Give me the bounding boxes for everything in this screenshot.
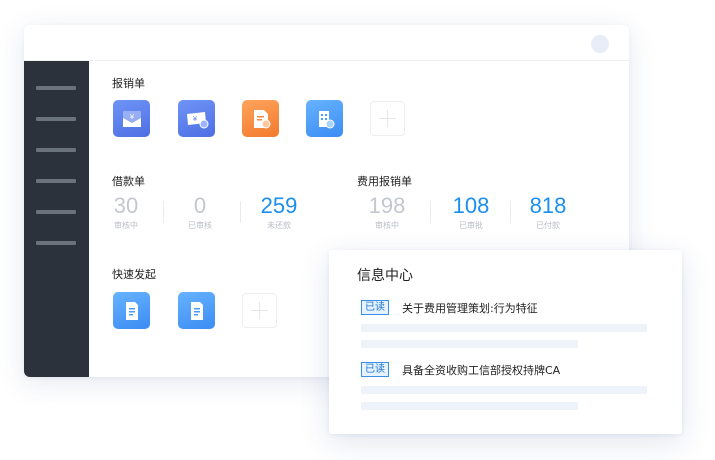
- document-icon[interactable]: [113, 292, 150, 329]
- stat-label: 已付款: [536, 221, 560, 230]
- stat-label: 已审核: [188, 221, 212, 230]
- ticket-yen-icon[interactable]: ¥: [178, 100, 215, 137]
- stat-divider: [163, 201, 164, 223]
- document-yen-icon[interactable]: [242, 100, 279, 137]
- stat-value: 259: [260, 193, 298, 218]
- message-item[interactable]: 具备全资收购工信部授权持牌CA: [402, 362, 560, 378]
- document-icon[interactable]: [178, 292, 215, 329]
- stat-value: 818: [529, 193, 567, 218]
- read-status-badge: 已读: [361, 362, 389, 377]
- message-item[interactable]: 关于费用管理策划:行为特征: [402, 300, 538, 316]
- add-app-button[interactable]: [370, 101, 405, 136]
- loan-stat-unpaid[interactable]: 259 未还款: [254, 194, 304, 231]
- message-center-title: 信息中心: [357, 268, 413, 284]
- svg-text:¥: ¥: [129, 113, 134, 121]
- stat-divider: [430, 201, 431, 223]
- sidebar-menu-item[interactable]: [36, 148, 76, 152]
- envelope-yen-icon[interactable]: ¥: [113, 100, 150, 137]
- stat-value: 0: [193, 193, 207, 218]
- building-yen-icon[interactable]: [306, 100, 343, 137]
- loan-section-title: 借款单: [112, 175, 145, 188]
- stat-label: 已审批: [459, 221, 483, 230]
- expense-stat-reviewing[interactable]: 198 审核中: [362, 194, 412, 231]
- sidebar-menu-item[interactable]: [36, 179, 76, 183]
- stat-label: 未还款: [267, 221, 291, 230]
- message-preview-bar: [361, 386, 647, 394]
- stat-label: 审核中: [375, 221, 399, 230]
- top-bar: [24, 25, 629, 61]
- stat-value: 108: [452, 193, 490, 218]
- reimburse-section-title: 报销单: [112, 77, 145, 90]
- avatar[interactable]: [591, 35, 609, 53]
- message-center-panel: 信息中心 已读 关于费用管理策划:行为特征 已读 具备全资收购工信部授权持牌CA: [329, 250, 682, 434]
- stat-value: 30: [113, 193, 139, 218]
- sidebar-menu-item[interactable]: [36, 86, 76, 90]
- message-preview-bar: [361, 340, 578, 348]
- loan-stat-reviewing[interactable]: 30 审核中: [104, 194, 148, 231]
- sidebar-menu-item[interactable]: [36, 241, 76, 245]
- loan-stat-reviewed[interactable]: 0 已审核: [178, 194, 222, 231]
- stat-divider: [240, 201, 241, 223]
- read-status-badge: 已读: [361, 300, 389, 315]
- sidebar-menu-item[interactable]: [36, 117, 76, 121]
- message-preview-bar: [361, 324, 647, 332]
- sidebar: [24, 61, 89, 377]
- message-preview-bar: [361, 402, 578, 410]
- expense-stat-paid[interactable]: 818 已付款: [523, 194, 573, 231]
- stat-label: 审核中: [114, 221, 138, 230]
- add-quick-start-button[interactable]: [242, 293, 277, 328]
- stat-divider: [510, 201, 511, 223]
- svg-text:¥: ¥: [192, 115, 197, 123]
- sidebar-menu-item[interactable]: [36, 210, 76, 214]
- quick-start-section-title: 快速发起: [112, 268, 156, 281]
- expense-section-title: 费用报销单: [357, 175, 412, 188]
- stat-value: 198: [368, 193, 406, 218]
- expense-stat-approved[interactable]: 108 已审批: [446, 194, 496, 231]
